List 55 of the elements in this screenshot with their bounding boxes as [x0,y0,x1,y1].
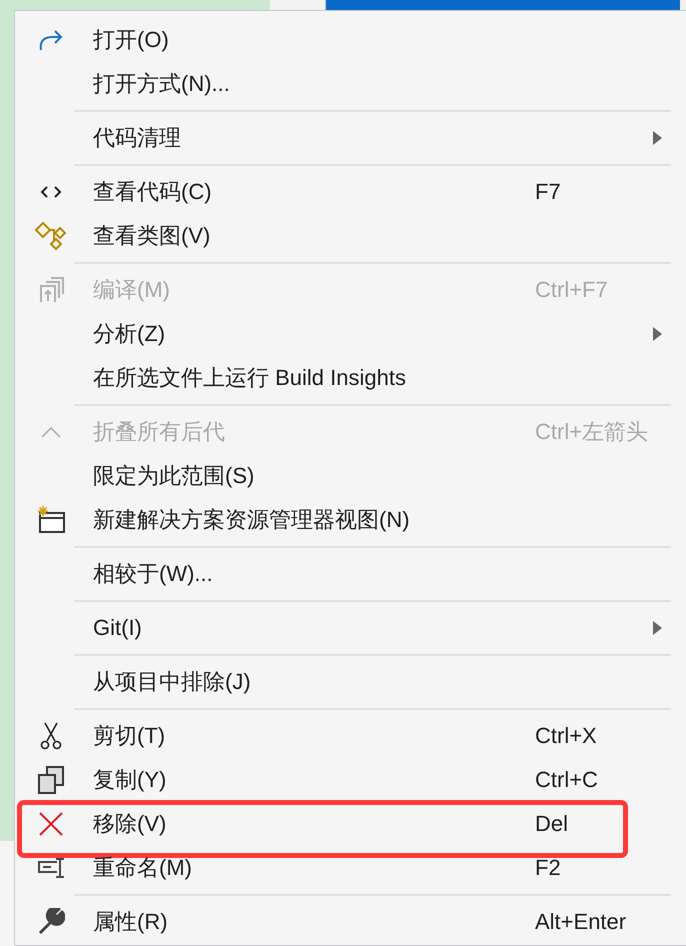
menu-label: 属性(R) [92,908,169,936]
menu-item[interactable]: 相较于(W)... [15,552,686,596]
shortcut-text: Ctrl+X [535,723,597,748]
menu-label: 移除(V) [92,810,168,838]
shortcut-text: Alt+Enter [535,909,626,934]
menu-item[interactable]: 限定为此范围(S) [15,454,686,498]
menu-item[interactable]: 复制(Y) Ctrl+C [15,758,686,802]
shortcut-text: Ctrl+C [535,767,598,792]
new-window-icon [36,505,66,535]
shortcut-text: F2 [535,855,561,880]
menu-label: 在所选文件上运行 Build Insights [92,364,407,392]
rename-icon [37,857,65,879]
shortcut-text: F7 [535,179,561,204]
menu-label: 限定为此范围(S) [92,462,256,490]
menu-label: 打开方式(N)... [92,70,231,98]
menu-label: 打开(O) [92,26,170,54]
menu-item[interactable]: 移除(V) Del [15,802,686,846]
wrench-icon [37,908,65,936]
menu-label: Git(I) [92,615,143,641]
menu-label: 相较于(W)... [92,560,214,588]
menu-label: 代码清理 [92,124,182,152]
menu-item[interactable]: 分析(Z) [15,312,686,356]
menu-item[interactable]: Git(I) [15,606,686,650]
menu-label: 剪切(T) [92,722,166,750]
class-diagram-icon [34,221,68,251]
copy-icon [37,765,65,795]
menu-item[interactable]: 剪切(T) Ctrl+X [15,714,686,758]
menu-item[interactable]: 重命名(M) F2 [15,846,686,890]
menu-item[interactable]: 查看代码(C) F7 [15,170,686,214]
menu-item[interactable]: 代码清理 [15,116,686,160]
chevron-up-icon [40,426,62,438]
menu-label: 查看代码(C) [92,178,213,206]
menu-item[interactable]: 查看类图(V) [15,214,686,258]
menu-item[interactable]: 打开方式(N)... [15,62,686,106]
menu-item[interactable]: 新建解决方案资源管理器视图(N) [15,498,686,542]
menu-label: 分析(Z) [92,320,166,348]
menu-item[interactable]: 打开(O) [15,18,686,62]
build-icon [37,276,65,304]
shortcut-text: Ctrl+左箭头 [535,419,648,444]
code-icon [40,185,62,199]
menu-item[interactable]: 在所选文件上运行 Build Insights [15,356,686,400]
shortcut-text: Ctrl+F7 [535,277,608,302]
close-icon [38,811,64,837]
scissors-icon [40,722,62,750]
menu-label: 新建解决方案资源管理器视图(N) [92,506,411,534]
shortcut-text: Del [535,811,568,836]
menu-label: 复制(Y) [92,766,168,794]
menu-item[interactable]: 从项目中排除(J) [15,660,686,704]
menu-label: 编译(M) [92,276,171,304]
menu-label: 从项目中排除(J) [92,668,252,696]
menu-label: 重命名(M) [92,854,193,882]
redo-arrow-icon [37,28,65,52]
menu-label: 查看类图(V) [92,222,212,250]
menu-label: 折叠所有后代 [92,418,226,446]
menu-item[interactable]: 属性(R) Alt+Enter [15,900,686,944]
